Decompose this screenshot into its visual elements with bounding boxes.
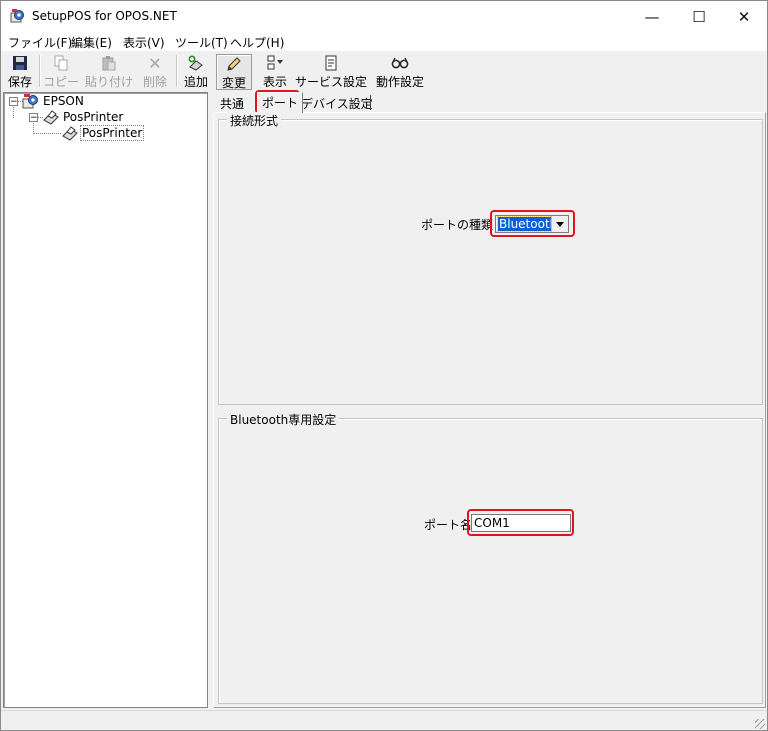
epson-vendor-icon (22, 94, 38, 109)
menu-tools[interactable]: ツール(T) (175, 34, 228, 51)
printer-icon (43, 110, 59, 125)
tree-line (33, 133, 61, 134)
collapse-icon[interactable]: − (29, 112, 38, 122)
copy-label: コピー (43, 75, 80, 89)
app-icon (10, 9, 24, 23)
tree-label-epson: EPSON (43, 94, 84, 108)
pencil-icon (225, 56, 243, 72)
delete-label: 削除 (142, 75, 167, 89)
delete-x-icon: ✕ (148, 53, 162, 73)
tab-separator (370, 95, 371, 110)
menu-bar: ファイル(F) 編集(E) 表示(V) ツール(T) ヘルプ(H) (1, 32, 767, 51)
settings-pane: 共通 ポート デバイス設定 接続形式 ポートの種類 Bluetooth Blue… (213, 90, 766, 708)
port-type-label: ポートの種類 (421, 218, 494, 232)
menu-view[interactable]: 表示(V) (123, 34, 165, 51)
view-label: 表示 (262, 75, 287, 89)
port-type-value: Bluetooth (496, 216, 560, 232)
resize-grip-icon[interactable] (755, 719, 765, 729)
toolbar: 保存 コピー 貼り付け ✕ 削除 追加 変更 表示 サービス設定 動作設定 (1, 51, 767, 91)
printer-icon (62, 126, 78, 141)
change-button[interactable]: 変更 (216, 54, 252, 90)
tab-port[interactable]: ポート (257, 92, 304, 113)
tree-label-posprinter-device: PosPrinter (79, 125, 145, 141)
close-icon: ✕ (737, 7, 751, 26)
save-label: 保存 (7, 75, 32, 89)
dropdown-arrow-icon[interactable] (551, 216, 568, 232)
maximize-button[interactable]: ☐ (676, 1, 722, 32)
add-label: 追加 (183, 75, 208, 89)
minimize-button[interactable]: — (629, 1, 675, 32)
floppy-disk-icon (11, 55, 29, 71)
glasses-icon (391, 55, 409, 71)
connection-type-group: 接続形式 ポートの種類 Bluetooth (218, 112, 763, 405)
maximize-icon: ☐ (692, 7, 706, 26)
service-document-icon (322, 55, 340, 71)
app-window: SetupPOS for OPOS.NET — ☐ ✕ ファイル(F) 編集(E… (0, 0, 768, 731)
add-button[interactable]: 追加 (181, 54, 211, 89)
status-bar (1, 710, 767, 730)
bluetooth-settings-title: Bluetooth専用設定 (227, 411, 340, 428)
copy-button[interactable]: コピー (43, 54, 80, 89)
tab-common[interactable]: 共通 (220, 93, 244, 111)
splitter[interactable] (208, 92, 211, 708)
title-bar: SetupPOS for OPOS.NET — ☐ ✕ (1, 1, 767, 32)
add-device-icon (187, 55, 205, 71)
tree-node-epson[interactable]: − EPSON (9, 93, 85, 109)
window-title: SetupPOS for OPOS.NET (32, 9, 177, 23)
copy-icon (52, 55, 70, 71)
change-label: 変更 (221, 76, 246, 90)
tree-label-posprinter-category: PosPrinter (63, 110, 124, 124)
toolbar-separator (39, 55, 41, 87)
tab-device-settings[interactable]: デバイス設定 (301, 93, 373, 111)
delete-button[interactable]: ✕ 削除 (139, 53, 171, 90)
port-name-label: ポート名 (424, 518, 473, 532)
tab-strip: 共通 ポート デバイス設定 (213, 90, 766, 114)
toolbar-separator (176, 55, 178, 87)
device-tree[interactable]: − EPSON − PosPrinter PosPrinter (3, 92, 208, 708)
operation-settings-label: 動作設定 (375, 75, 424, 89)
operation-settings-button[interactable]: 動作設定 (373, 54, 427, 89)
paste-label: 貼り付け (85, 75, 134, 89)
menu-edit[interactable]: 編集(E) (71, 34, 112, 51)
minimize-icon: — (644, 7, 660, 26)
collapse-icon[interactable]: − (9, 96, 18, 106)
tree-node-posprinter-device[interactable]: PosPrinter (61, 125, 145, 141)
view-button[interactable]: 表示 (259, 54, 291, 89)
menu-help[interactable]: ヘルプ(H) (230, 34, 284, 51)
port-tab-body: 接続形式 ポートの種類 Bluetooth Bluetooth専用設定 ポート名… (213, 112, 766, 708)
tree-node-posprinter-category[interactable]: − PosPrinter (29, 109, 124, 125)
paste-icon (100, 55, 118, 71)
paste-button[interactable]: 貼り付け (85, 54, 134, 89)
save-button[interactable]: 保存 (5, 54, 35, 89)
view-list-icon (266, 55, 284, 71)
service-settings-button[interactable]: サービス設定 (295, 54, 368, 89)
port-type-select[interactable]: Bluetooth (495, 215, 569, 233)
port-name-input[interactable]: COM1 (471, 514, 571, 532)
service-settings-label: サービス設定 (295, 75, 368, 89)
close-button[interactable]: ✕ (721, 1, 767, 32)
menu-file[interactable]: ファイル(F) (8, 34, 72, 51)
bluetooth-settings-group: Bluetooth専用設定 ポート名 COM1 (218, 411, 763, 704)
connection-type-title: 接続形式 (227, 112, 282, 129)
